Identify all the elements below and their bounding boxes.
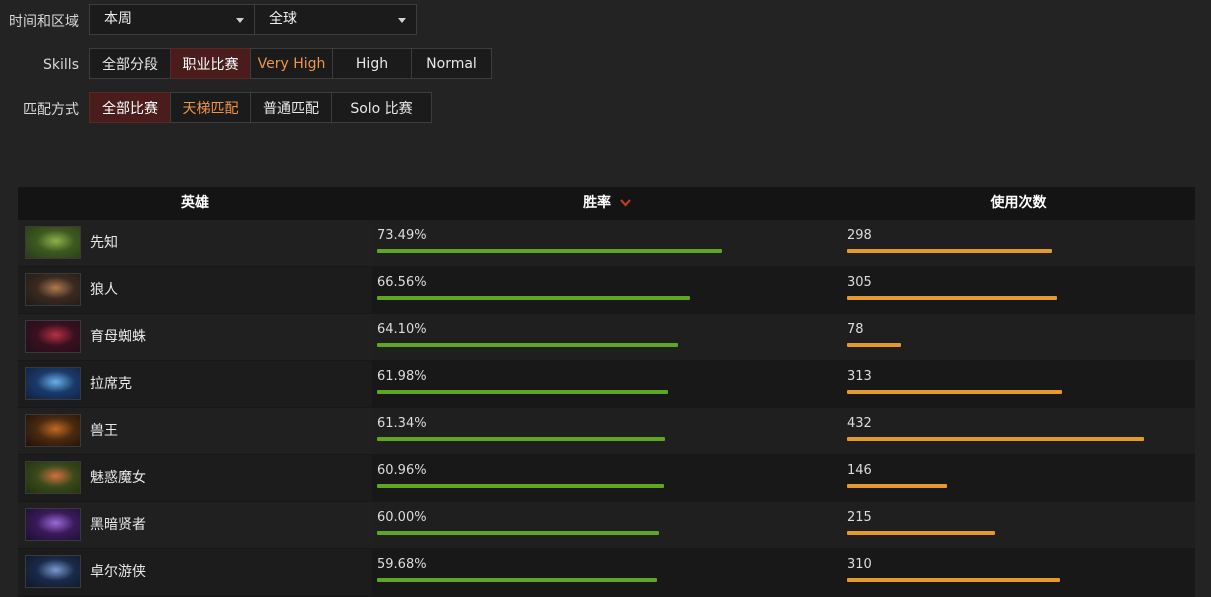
header-winrate[interactable]: 胜率: [372, 187, 842, 220]
header-hero-label: 英雄: [181, 195, 209, 211]
mode-option-ranked[interactable]: 天梯匹配: [170, 92, 251, 123]
mode-segments: 全部比赛 天梯匹配 普通匹配 Solo 比赛: [89, 92, 432, 125]
hero-cell: 拉席克: [18, 361, 372, 407]
table-row[interactable]: 卓尔游侠 59.68% 310: [18, 549, 1195, 595]
hero-cell: 育母蜘蛛: [18, 314, 372, 360]
uses-value: 432: [847, 416, 872, 431]
header-uses[interactable]: 使用次数: [842, 187, 1195, 220]
hero-name[interactable]: 兽王: [90, 408, 118, 454]
winrate-bar: [377, 484, 664, 488]
hero-cell: 卓尔游侠: [18, 549, 372, 595]
winrate-bar: [377, 296, 690, 300]
uses-value: 215: [847, 510, 872, 525]
hero-portrait[interactable]: [25, 508, 81, 541]
header-hero[interactable]: 英雄: [18, 187, 372, 220]
mode-option-normal[interactable]: 普通匹配: [250, 92, 332, 123]
region-select[interactable]: 全球: [254, 4, 417, 35]
winrate-value: 59.68%: [377, 557, 427, 572]
hero-name[interactable]: 拉席克: [90, 361, 132, 407]
table-header: 英雄 胜率 使用次数: [18, 187, 1195, 220]
winrate-bar: [377, 531, 659, 535]
time-region-controls: 本周 全球: [89, 4, 417, 37]
skills-option-all[interactable]: 全部分段: [89, 48, 171, 79]
header-winrate-label: 胜率: [583, 195, 612, 211]
uses-bar: [847, 437, 1144, 441]
hero-portrait[interactable]: [25, 273, 81, 306]
time-region-label: 时间和区域: [9, 13, 79, 30]
hero-portrait[interactable]: [25, 414, 81, 447]
uses-value: 310: [847, 557, 872, 572]
table-row[interactable]: 兽王 61.34% 432: [18, 408, 1195, 454]
uses-value: 78: [847, 322, 864, 337]
winrate-value: 66.56%: [377, 275, 427, 290]
skills-option-very-high[interactable]: Very High: [250, 48, 333, 79]
filter-row-time: 时间和区域 本周 全球: [0, 4, 1211, 37]
skills-option-pro[interactable]: 职业比赛: [170, 48, 251, 79]
hero-name[interactable]: 育母蜘蛛: [90, 314, 146, 360]
filter-row-mode: 匹配方式 全部比赛 天梯匹配 普通匹配 Solo 比赛: [0, 92, 1211, 125]
skills-label: Skills: [43, 56, 79, 73]
hero-stats-table: 英雄 胜率 使用次数 先知 73.49% 298 狼人 66.56% 305 育母蜘蛛 64.…: [18, 187, 1195, 597]
table-row[interactable]: 黑暗贤者 60.00% 215: [18, 502, 1195, 548]
hero-name[interactable]: 先知: [90, 220, 118, 266]
table-row[interactable]: 魅惑魔女 60.96% 146: [18, 455, 1195, 501]
uses-bar: [847, 390, 1062, 394]
hero-cell: 黑暗贤者: [18, 502, 372, 548]
mode-option-solo[interactable]: Solo 比赛: [331, 92, 432, 123]
uses-value: 298: [847, 228, 872, 243]
hero-name[interactable]: 黑暗贤者: [90, 502, 146, 548]
winrate-value: 60.96%: [377, 463, 427, 478]
region-select-value: 全球: [269, 11, 297, 27]
skills-option-normal[interactable]: Normal: [411, 48, 492, 79]
time-select[interactable]: 本周: [89, 4, 255, 35]
winrate-value: 64.10%: [377, 322, 427, 337]
mode-option-all[interactable]: 全部比赛: [89, 92, 171, 123]
uses-bar: [847, 249, 1052, 253]
winrate-bar: [377, 390, 668, 394]
uses-bar: [847, 578, 1060, 582]
winrate-bar: [377, 343, 678, 347]
uses-bar: [847, 296, 1057, 300]
winrate-bar: [377, 249, 722, 253]
table-row[interactable]: 狼人 66.56% 305: [18, 267, 1195, 313]
uses-bar: [847, 343, 901, 347]
hero-name[interactable]: 卓尔游侠: [90, 549, 146, 595]
hero-cell: 先知: [18, 220, 372, 266]
skills-option-high[interactable]: High: [332, 48, 412, 79]
uses-value: 305: [847, 275, 872, 290]
hero-portrait[interactable]: [25, 226, 81, 259]
uses-value: 313: [847, 369, 872, 384]
table-row[interactable]: 先知 73.49% 298: [18, 220, 1195, 266]
filter-row-skills: Skills 全部分段 职业比赛 Very High High Normal: [0, 48, 1211, 81]
skills-segments: 全部分段 职业比赛 Very High High Normal: [89, 48, 492, 81]
time-select-value: 本周: [104, 11, 132, 27]
hero-name[interactable]: 魅惑魔女: [90, 455, 146, 501]
chevron-down-icon: [620, 199, 631, 207]
winrate-value: 61.98%: [377, 369, 427, 384]
header-uses-label: 使用次数: [990, 195, 1047, 211]
hero-portrait[interactable]: [25, 555, 81, 588]
winrate-bar: [377, 437, 665, 441]
uses-bar: [847, 484, 947, 488]
winrate-bar: [377, 578, 657, 582]
hero-portrait[interactable]: [25, 461, 81, 494]
table-row[interactable]: 拉席克 61.98% 313: [18, 361, 1195, 407]
uses-value: 146: [847, 463, 872, 478]
table-row[interactable]: 育母蜘蛛 64.10% 78: [18, 314, 1195, 360]
hero-name[interactable]: 狼人: [90, 267, 118, 313]
caret-down-icon: [236, 18, 244, 23]
hero-cell: 魅惑魔女: [18, 455, 372, 501]
caret-down-icon: [398, 18, 406, 23]
winrate-value: 60.00%: [377, 510, 427, 525]
winrate-value: 73.49%: [377, 228, 427, 243]
hero-cell: 狼人: [18, 267, 372, 313]
winrate-value: 61.34%: [377, 416, 427, 431]
mode-label: 匹配方式: [23, 101, 79, 118]
uses-bar: [847, 531, 995, 535]
hero-cell: 兽王: [18, 408, 372, 454]
hero-portrait[interactable]: [25, 320, 81, 353]
hero-portrait[interactable]: [25, 367, 81, 400]
